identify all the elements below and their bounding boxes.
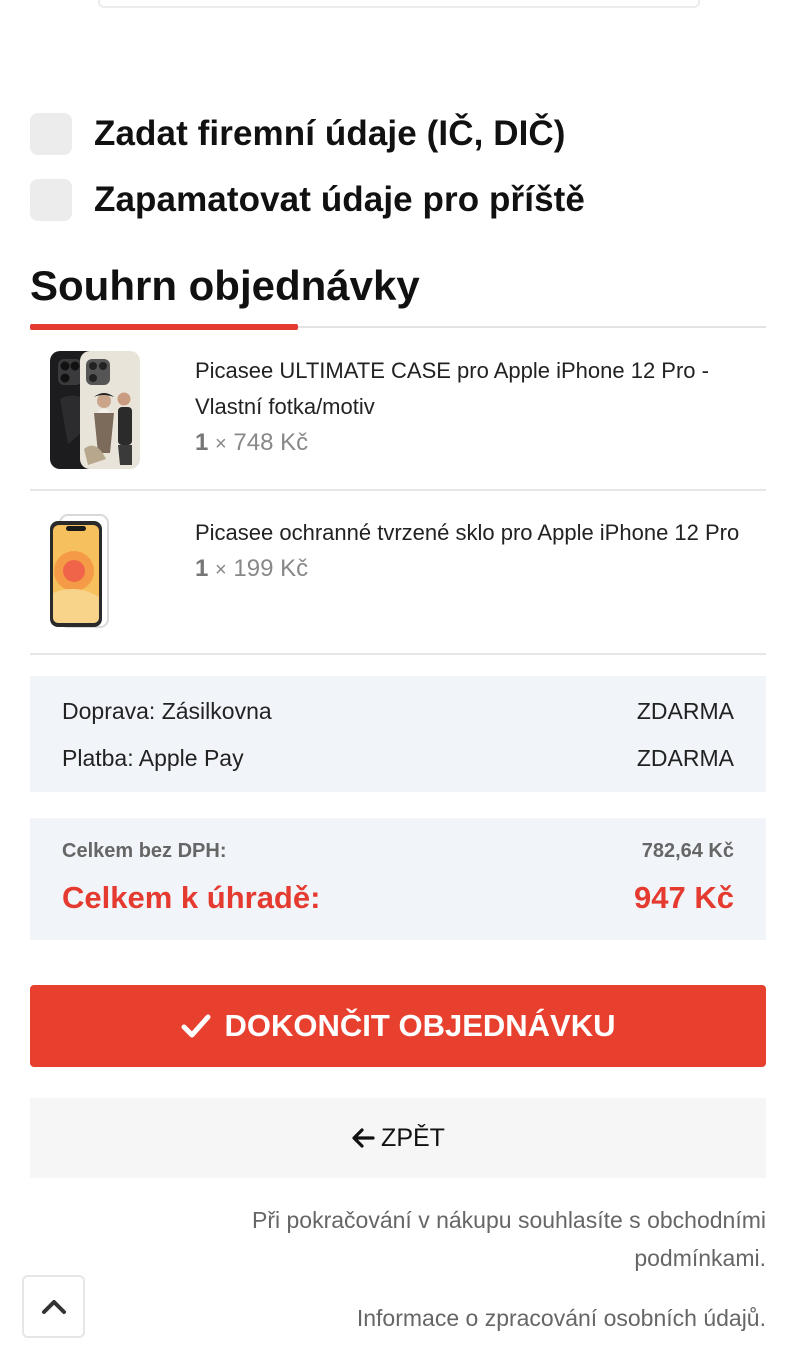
privacy-prefix: Informace o xyxy=(356,1305,485,1331)
times-sign: × xyxy=(215,433,227,455)
remember-details-checkbox[interactable] xyxy=(30,179,72,221)
company-details-checkbox[interactable] xyxy=(30,113,72,155)
shipping-row: Doprava: Zásilkovna ZDARMA xyxy=(62,698,734,725)
phone-case-thumbnail xyxy=(48,349,144,476)
cart-item-quantity-price: 1 × 199 Kč xyxy=(195,555,766,583)
company-details-label: Zadat firemní údaje (IČ, DIČ) xyxy=(94,114,566,153)
scroll-to-top-button[interactable] xyxy=(22,1275,85,1338)
previous-input-field[interactable] xyxy=(98,0,700,8)
shipping-label: Doprava: Zásilkovna xyxy=(62,698,272,724)
arrow-left-icon xyxy=(351,1127,375,1149)
privacy-suffix: . xyxy=(759,1305,766,1331)
finish-order-button[interactable]: DOKONČIT OBJEDNÁVKU xyxy=(30,985,766,1067)
back-label: ZPĚT xyxy=(381,1123,445,1152)
total-without-vat-value: 782,64 Kč xyxy=(641,840,734,862)
chevron-up-icon xyxy=(41,1299,67,1315)
back-button[interactable]: ZPĚT xyxy=(30,1098,766,1178)
terms-notice: Při pokračování v nákupu souhlasíte s ob… xyxy=(146,1201,766,1277)
total-to-pay-value: 947 Kč xyxy=(634,880,734,915)
cart-item-name: Picasee ULTIMATE CASE pro Apple iPhone 1… xyxy=(195,358,709,419)
total-to-pay-row: Celkem k úhradě: 947 Kč xyxy=(62,880,734,916)
summary-accent-bar xyxy=(30,324,298,330)
cart-item-quantity-price: 1 × 748 Kč xyxy=(195,429,766,457)
payment-label: Platba: Apple Pay xyxy=(62,745,244,771)
total-without-vat-row: Celkem bez DPH: 782,64 Kč xyxy=(62,840,734,863)
payment-price: ZDARMA xyxy=(636,745,734,771)
terms-suffix: . xyxy=(759,1245,766,1271)
terms-link[interactable]: obchodními podmínkami xyxy=(634,1207,766,1271)
summary-divider xyxy=(30,324,766,330)
times-sign: × xyxy=(215,559,227,581)
cart-item-name: Picasee ochranné tvrzené sklo pro Apple … xyxy=(195,520,740,545)
cart-item: Picasee ochranné tvrzené sklo pro Apple … xyxy=(30,493,766,655)
total-to-pay-label: Celkem k úhradě: xyxy=(62,880,321,915)
finish-order-label: DOKONČIT OBJEDNÁVKU xyxy=(224,1008,616,1043)
shipping-price: ZDARMA xyxy=(636,698,734,724)
remember-details-option[interactable]: Zapamatovat údaje pro příště xyxy=(30,179,585,221)
cart-item-details: Picasee ochranné tvrzené sklo pro Apple … xyxy=(195,515,766,583)
remember-details-label: Zapamatovat údaje pro příště xyxy=(94,180,585,219)
cart-item-price: 199 Kč xyxy=(233,555,309,582)
checkmark-icon xyxy=(181,1013,211,1039)
cart-item-quantity: 1 xyxy=(195,429,209,456)
totals-panel: Celkem bez DPH: 782,64 Kč Celkem k úhrad… xyxy=(30,818,766,940)
payment-row: Platba: Apple Pay ZDARMA xyxy=(62,745,734,772)
company-details-option[interactable]: Zadat firemní údaje (IČ, DIČ) xyxy=(30,113,566,155)
order-summary-title: Souhrn objednávky xyxy=(30,262,420,309)
cart-item-details: Picasee ULTIMATE CASE pro Apple iPhone 1… xyxy=(195,353,766,457)
cart-item: Picasee ULTIMATE CASE pro Apple iPhone 1… xyxy=(30,345,766,491)
shipping-payment-panel: Doprava: Zásilkovna ZDARMA Platba: Apple… xyxy=(30,676,766,792)
privacy-notice: Informace o zpracování osobních údajů. xyxy=(146,1299,766,1337)
cart-item-quantity: 1 xyxy=(195,555,209,582)
screen-protector-thumbnail xyxy=(48,513,112,636)
privacy-link[interactable]: zpracování osobních údajů xyxy=(485,1305,760,1331)
cart-item-price: 748 Kč xyxy=(233,429,309,456)
total-without-vat-label: Celkem bez DPH: xyxy=(62,840,227,862)
terms-prefix: Při pokračování v nákupu souhlasíte s xyxy=(252,1207,648,1233)
